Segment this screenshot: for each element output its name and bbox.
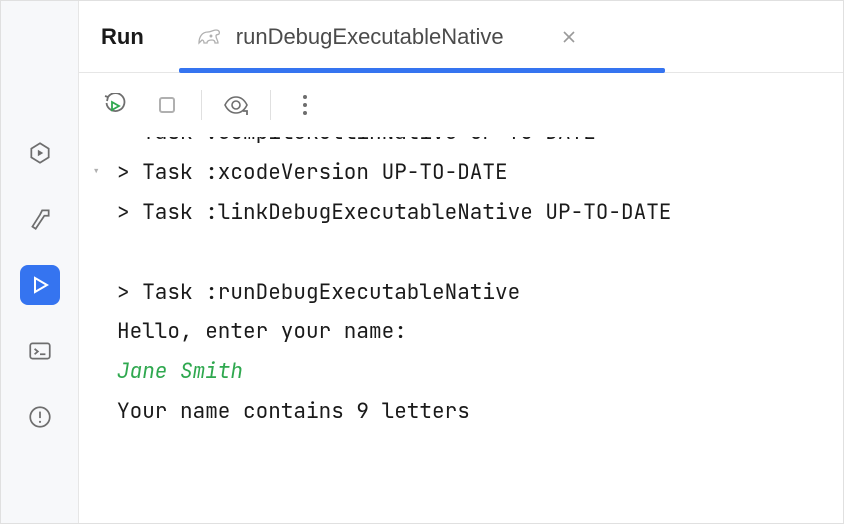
run-tabs-bar: Run runDebugExecutableNative (79, 1, 843, 73)
elephant-gradle-icon (196, 26, 222, 48)
console-output[interactable]: ▾ Task :compileKotlinNative UP-TO-DATE >… (79, 137, 843, 523)
rerun-button[interactable] (97, 87, 133, 123)
build-rail-button[interactable] (20, 199, 60, 239)
run-toolbar (79, 73, 843, 137)
toolbar-separator (270, 90, 271, 120)
active-tab-underline (179, 68, 665, 73)
kebab-icon (302, 94, 308, 116)
hammer-icon (27, 206, 53, 232)
main-panel: Run runDebugExecutableNative (79, 1, 843, 523)
rerun-icon (103, 93, 127, 117)
eye-icon (223, 95, 249, 115)
problems-rail-button[interactable] (20, 397, 60, 437)
run-config-tab-label: runDebugExecutableNative (236, 24, 504, 50)
close-tab-button[interactable] (558, 26, 580, 48)
console-prompt: Hello, enter your name: (117, 312, 825, 352)
view-mode-button[interactable] (218, 87, 254, 123)
close-icon (562, 30, 576, 44)
console-result: Your name contains 9 letters (117, 392, 825, 432)
terminal-icon (27, 338, 53, 364)
stop-button[interactable] (149, 87, 185, 123)
console-line: > Task :runDebugExecutableNative (117, 273, 825, 313)
console-user-input: Jane Smith (117, 352, 825, 392)
hexagon-play-icon (27, 140, 53, 166)
terminal-rail-button[interactable] (20, 331, 60, 371)
console-line: > Task :linkDebugExecutableNative UP-TO-… (117, 193, 825, 233)
warning-circle-icon (27, 404, 53, 430)
more-actions-button[interactable] (287, 87, 323, 123)
fold-indicator[interactable]: ▾ (92, 159, 100, 186)
play-icon (28, 273, 52, 297)
run-tool-window-label[interactable]: Run (101, 24, 144, 50)
console-line: > Task :xcodeVersion UP-TO-DATE (117, 153, 825, 193)
console-line (117, 233, 825, 273)
run-config-tab[interactable]: runDebugExecutableNative (196, 24, 580, 50)
services-rail-button[interactable] (20, 133, 60, 173)
toolbar-separator (201, 90, 202, 120)
run-rail-button[interactable] (20, 265, 60, 305)
left-tool-rail (1, 1, 79, 523)
stop-icon (157, 95, 177, 115)
console-line: Task :compileKotlinNative UP-TO-DATE (117, 137, 825, 153)
